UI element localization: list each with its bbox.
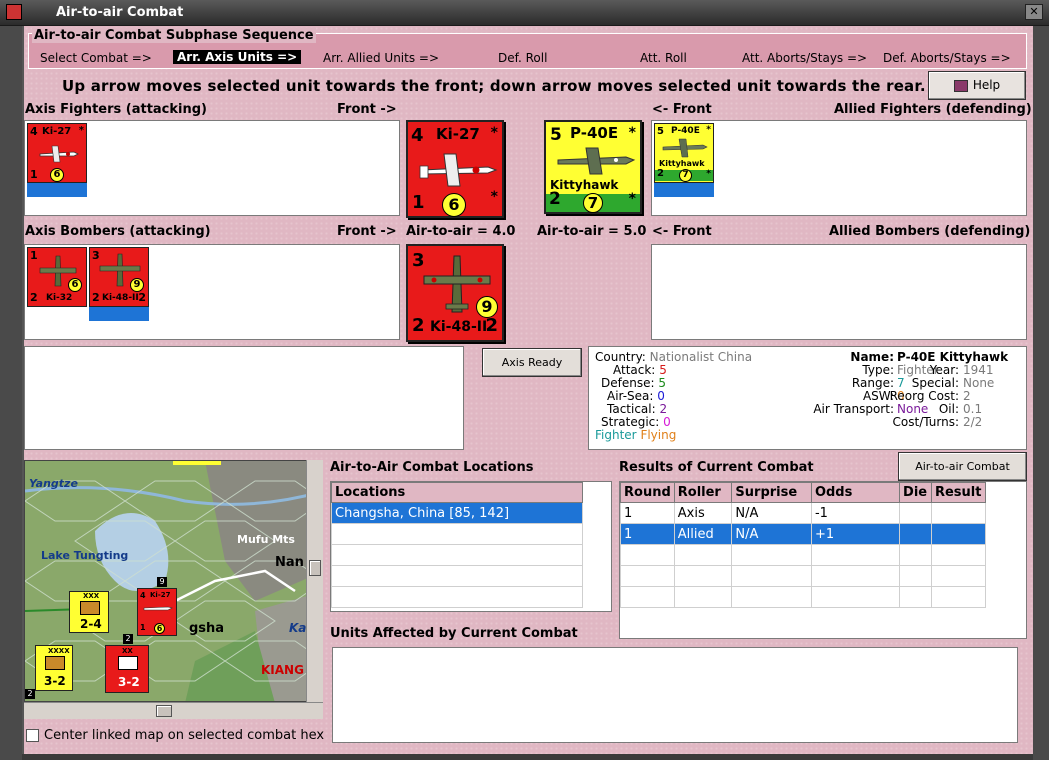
linked-map[interactable]: Yangtze Lake Tungting Mufu Mts Nan gsha … [24, 460, 323, 702]
location-row[interactable] [331, 523, 583, 545]
map-horizontal-scrollbar[interactable] [24, 702, 323, 719]
units-affected-title: Units Affected by Current Combat [330, 626, 578, 641]
allied-fighters-label: Allied Fighters (defending) [834, 102, 1032, 117]
help-book-icon [953, 79, 968, 92]
seq-step-def-aborts: Def. Aborts/Stays => [883, 51, 1011, 65]
window-title: Air-to-air Combat [56, 5, 184, 20]
app-icon [6, 4, 22, 20]
result-row[interactable]: 1 Allied N/A +1 [620, 523, 987, 545]
map-stack-marker: 2 [123, 634, 133, 644]
seq-step-def-roll: Def. Roll [498, 51, 548, 65]
map-label-lake: Lake Tungting [41, 549, 129, 562]
locations-header[interactable]: Locations [331, 482, 583, 503]
axis-bomber-front-label: Front -> [337, 224, 397, 239]
axis-front-label: Front -> [337, 102, 397, 117]
instruction-text: Up arrow moves selected unit towards the… [62, 77, 926, 95]
fighter-plane-icon [557, 147, 636, 175]
map-stack-marker: 9 [157, 577, 167, 587]
unit-counter-p40e[interactable]: 5 P-40E * Kittyhawk 2 7 * [654, 123, 714, 183]
unit-info-panel: Country: Nationalist China Attack: 5 Def… [588, 346, 1027, 450]
selected-unit-bar [27, 183, 87, 197]
allied-air-to-air-value: Air-to-air = 5.0 [537, 224, 647, 239]
message-box [24, 346, 464, 450]
axis-ready-button[interactable]: Axis Ready [482, 348, 582, 377]
center-map-label: Center linked map on selected combat hex [44, 728, 325, 743]
results-table[interactable]: Round Roller Surprise Odds Die Result 1A… [620, 482, 987, 608]
map-unit-ki27[interactable]: 4 Ki-27 1 6 [137, 588, 177, 636]
close-icon[interactable]: ✕ [1025, 4, 1043, 20]
axis-air-to-air-value: Air-to-air = 4.0 [406, 224, 516, 239]
map-unit-inf[interactable]: XXXX 3-2 [35, 645, 73, 691]
col-roller[interactable]: Roller [673, 482, 733, 503]
seq-step-arr-axis-units: Arr. Axis Units => [173, 50, 302, 64]
fighter-plane-icon [419, 153, 498, 187]
map-vertical-scrollbar[interactable] [306, 460, 323, 702]
locations-list[interactable]: Locations Changsha, China [85, 142] [330, 481, 612, 612]
seq-step-att-aborts: Att. Aborts/Stays => [742, 51, 868, 65]
axis-bombers-box[interactable]: 1 6 2 Ki-32 3 9 2 Ki-48-II 2 [24, 244, 400, 340]
map-unit-hq[interactable]: XX 3-2 [105, 645, 149, 693]
allied-front-label: <- Front [652, 102, 712, 117]
allied-fighters-box[interactable]: 5 P-40E * Kittyhawk 2 7 * [651, 120, 1027, 216]
locations-table[interactable]: Locations Changsha, China [85, 142] [331, 482, 583, 608]
map-stack-marker: 2 [25, 689, 35, 699]
fighter-plane-icon [143, 606, 173, 611]
unit-counter-ki48[interactable]: 3 9 2 Ki-48-II 2 [89, 247, 149, 307]
location-row[interactable] [331, 544, 583, 566]
allied-bombers-label: Allied Bombers (defending) [829, 224, 1031, 239]
col-surprise[interactable]: Surprise [731, 482, 812, 503]
selected-unit-bar [654, 183, 714, 197]
results-section-title: Results of Current Combat [619, 460, 814, 475]
map-label-mufu: Mufu Mts [237, 533, 295, 546]
map-horizontal-scroll-thumb[interactable] [156, 705, 172, 717]
map-label-ka: Ka [289, 621, 307, 635]
subphase-sequence-title: Air-to-air Combat Subphase Sequence [32, 28, 316, 43]
help-button[interactable]: Help [928, 71, 1026, 100]
location-row[interactable] [331, 586, 583, 608]
result-row[interactable] [620, 544, 987, 566]
seq-step-att-roll: Att. Roll [640, 51, 687, 65]
window-titlebar[interactable]: Air-to-air Combat ✕ [0, 0, 1049, 26]
front-axis-fighter-counter[interactable]: 4 Ki-27 * 1 6 * [406, 120, 504, 218]
map-label-changsha: gsha [189, 621, 225, 636]
location-row[interactable] [331, 565, 583, 587]
result-row[interactable]: 1 Axis N/A -1 [620, 502, 987, 524]
unit-counter-ki32[interactable]: 1 6 2 Ki-32 [27, 247, 87, 307]
result-row[interactable] [620, 586, 987, 608]
map-label-yangtze: Yangtze [29, 477, 78, 490]
results-list[interactable]: Round Roller Surprise Odds Die Result 1A… [619, 481, 1027, 639]
map-vertical-scroll-thumb[interactable] [309, 560, 321, 576]
col-die[interactable]: Die [899, 482, 932, 503]
result-row[interactable] [620, 565, 987, 587]
location-row[interactable]: Changsha, China [85, 142] [331, 502, 583, 524]
unit-counter-ki27[interactable]: 4 Ki-27 * 1 6 [27, 123, 87, 183]
selected-unit-bar [89, 307, 149, 321]
axis-fighters-label: Axis Fighters (attacking) [25, 102, 207, 117]
front-allied-fighter-counter[interactable]: 5 P-40E * Kittyhawk 2 7 * [544, 120, 642, 214]
map-label-kiang: KIANG [261, 663, 304, 677]
fighter-plane-icon [39, 145, 79, 163]
seq-step-arr-allied-units: Arr. Allied Units => [323, 51, 440, 65]
map-label-nan: Nan [275, 555, 304, 570]
allied-bomber-front-label: <- Front [652, 224, 712, 239]
locations-section-title: Air-to-Air Combat Locations [330, 460, 534, 475]
seq-step-select-combat: Select Combat => [40, 51, 152, 65]
axis-bombers-label: Axis Bombers (attacking) [25, 224, 211, 239]
col-result[interactable]: Result [930, 482, 987, 503]
map-unit-cav[interactable]: XXX 2-4 [69, 591, 109, 633]
fighter-plane-icon [662, 138, 708, 158]
col-odds[interactable]: Odds [810, 482, 901, 503]
center-map-checkbox[interactable] [26, 729, 39, 742]
units-affected-box [332, 647, 1018, 743]
window-frame-left [0, 26, 22, 760]
front-axis-bomber-counter[interactable]: 3 9 2 Ki-48-II 2 [406, 244, 504, 342]
combat-chart-button[interactable]: Air-to-air Combat Chart [898, 452, 1027, 500]
axis-fighters-box[interactable]: 4 Ki-27 * 1 6 [24, 120, 400, 216]
allied-bombers-box[interactable] [651, 244, 1027, 340]
col-round[interactable]: Round [620, 482, 675, 503]
